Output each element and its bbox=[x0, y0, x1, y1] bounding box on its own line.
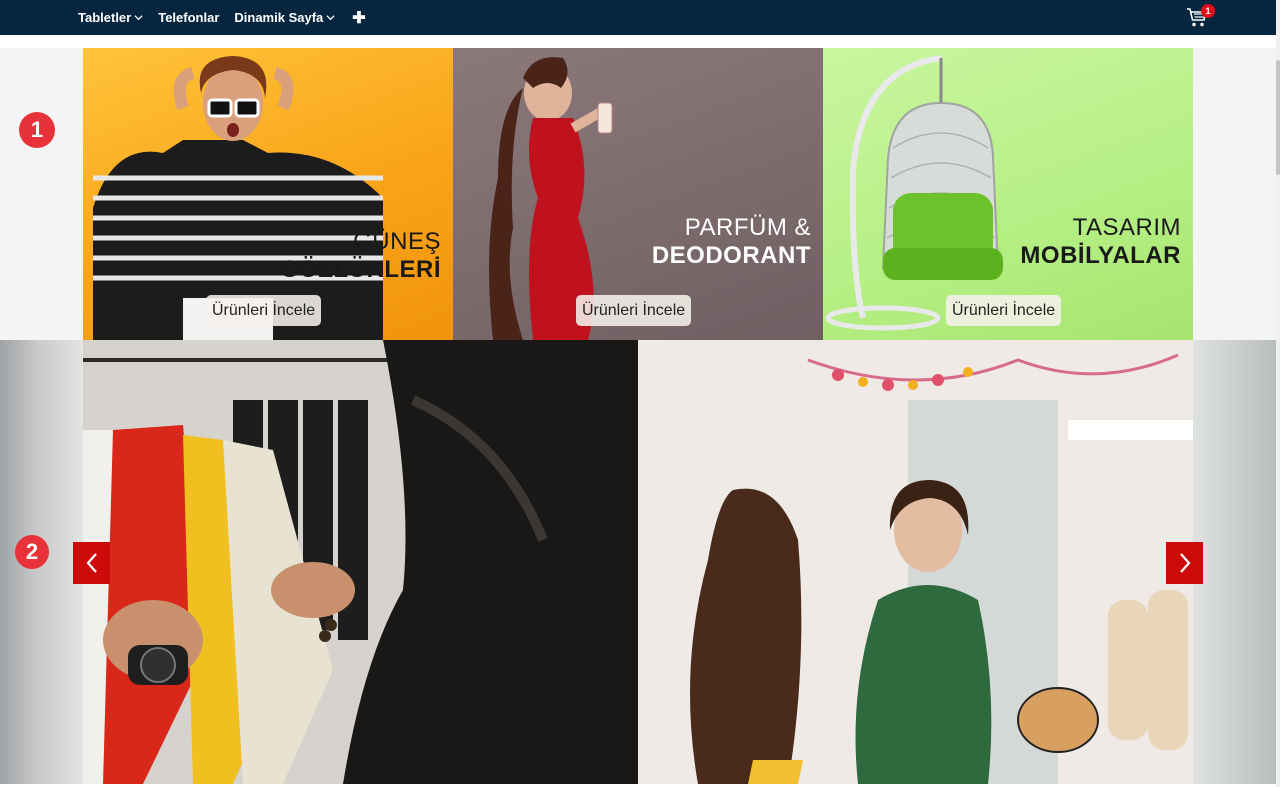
banner-title: TASARIM MOBİLYALAR bbox=[1020, 214, 1181, 270]
chevron-down-icon bbox=[134, 15, 143, 21]
banner-title: PARFÜM & DEODORANT bbox=[652, 214, 811, 270]
nav-menu: Tabletler Telefonlar Dinamik Sayfa ✚ bbox=[78, 0, 366, 35]
banner-title-line1: PARFÜM & bbox=[684, 214, 811, 241]
image-slider bbox=[0, 340, 1276, 784]
nav-item-label: Telefonlar bbox=[158, 10, 220, 25]
slide-clothing-rack-image bbox=[83, 340, 638, 784]
nav-item-dinamik-sayfa[interactable]: Dinamik Sayfa bbox=[234, 10, 335, 25]
slider-prev-button[interactable] bbox=[73, 542, 110, 584]
slider-peek-next-image bbox=[1193, 340, 1276, 784]
nav-item-label: Tabletler bbox=[78, 10, 132, 25]
banner-title-line2: DEODORANT bbox=[651, 242, 811, 269]
chevron-right-icon bbox=[1179, 553, 1190, 573]
plus-icon[interactable]: ✚ bbox=[352, 8, 365, 28]
slide-boutique-shopping-image bbox=[638, 340, 1193, 784]
scrollbar-thumb[interactable] bbox=[1276, 60, 1280, 175]
nav-item-label: Dinamik Sayfa bbox=[234, 10, 324, 25]
banner-sunglasses[interactable]: GÜNEŞ GÖZLÜKLERİ Ürünleri İncele bbox=[83, 48, 453, 340]
nav-item-telefonlar[interactable]: Telefonlar bbox=[158, 10, 219, 25]
banner-furniture[interactable]: TASARIM MOBİLYALAR Ürünleri İncele bbox=[823, 48, 1193, 340]
banner-title-line1: GÜNEŞ bbox=[353, 228, 441, 255]
chevron-down-icon bbox=[326, 15, 335, 21]
slider-next-button[interactable] bbox=[1166, 542, 1203, 584]
view-products-button[interactable]: Ürünleri İncele bbox=[206, 295, 322, 326]
nav-item-tabletler[interactable]: Tabletler bbox=[78, 10, 143, 25]
banner-title-line2: MOBİLYALAR bbox=[1020, 242, 1181, 269]
banner-perfume[interactable]: PARFÜM & DEODORANT Ürünleri İncele bbox=[453, 48, 823, 340]
view-products-button[interactable]: Ürünleri İncele bbox=[946, 295, 1062, 326]
banner-title-line2: GÖZLÜKLERİ bbox=[280, 256, 441, 283]
cart-count-badge: 1 bbox=[1201, 4, 1215, 18]
top-navigation-bar: Tabletler Telefonlar Dinamik Sayfa ✚ 1 bbox=[0, 0, 1276, 35]
section-number-badge: 2 bbox=[15, 535, 49, 569]
banner-title-line1: TASARIM bbox=[1072, 214, 1181, 241]
view-products-button[interactable]: Ürünleri İncele bbox=[576, 295, 692, 326]
section-number-badge: 1 bbox=[19, 112, 55, 148]
boutique-illustration bbox=[638, 340, 1193, 784]
banner-title: GÜNEŞ GÖZLÜKLERİ bbox=[280, 228, 441, 284]
chevron-left-icon bbox=[86, 553, 97, 573]
clothing-rack-illustration bbox=[83, 340, 638, 784]
